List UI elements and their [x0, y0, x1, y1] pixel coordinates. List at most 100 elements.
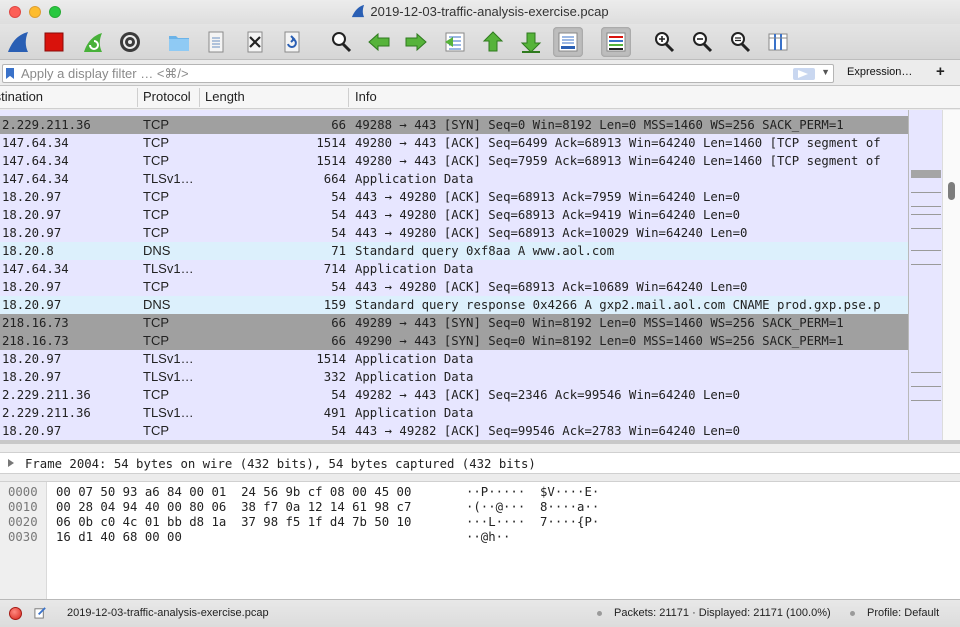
packet-length: 54 — [331, 424, 346, 438]
zoom-in-button[interactable] — [649, 27, 679, 57]
column-separator[interactable] — [348, 88, 349, 107]
restart-capture-button[interactable] — [78, 27, 108, 57]
packet-row[interactable]: 218.16.73 TCP 66 49289 → 443 [SYN] Seq=0 Wi… — [0, 314, 908, 332]
packet-protocol: TLSv1… — [143, 261, 194, 276]
packet-row[interactable]: 18.20.97 TCP 54 443 → 49280 [ACK] Seq=68913… — [0, 188, 908, 206]
packet-length: 66 — [331, 316, 346, 330]
packet-length: 159 — [323, 298, 346, 312]
reload-icon — [284, 31, 300, 53]
normal-size-button[interactable] — [725, 27, 755, 57]
save-file-button[interactable] — [201, 27, 231, 57]
arrow-down-icon — [520, 32, 542, 53]
packet-info: Application Data — [355, 262, 474, 276]
packet-length: 54 — [331, 388, 346, 402]
zoom-in-icon — [655, 32, 675, 53]
packet-row[interactable]: 2.229.211.36 TLSv1… 491 Application Data — [0, 404, 908, 422]
add-filter-button[interactable]: + — [936, 63, 945, 80]
minimize-window-button[interactable] — [29, 6, 41, 18]
colorize-icon — [606, 32, 626, 52]
chevron-down-icon[interactable]: ▼ — [821, 67, 830, 77]
main-toolbar — [0, 24, 960, 60]
display-filter-input[interactable]: Apply a display filter … <⌘/> ▼ — [2, 64, 834, 83]
packet-row[interactable]: 18.20.97 TCP 54 443 → 49282 [ACK] Seq=99546… — [0, 422, 908, 440]
zoom-window-button[interactable] — [49, 6, 61, 18]
bytes-offset: 0020 — [8, 515, 38, 529]
status-separator — [850, 611, 855, 616]
packet-minimap[interactable] — [908, 110, 942, 444]
column-info[interactable]: Info — [355, 89, 377, 104]
packet-row[interactable]: 18.20.8 DNS 71 Standard query 0xf8aa A www.… — [0, 242, 908, 260]
expand-triangle-icon[interactable] — [8, 459, 14, 467]
document-icon — [208, 31, 224, 53]
find-packet-button[interactable] — [326, 27, 356, 57]
packet-row[interactable]: 18.20.97 TLSv1… 1514 Application Data — [0, 350, 908, 368]
bytes-hex[interactable]: 06 0b c0 4c 01 bb d8 1a 37 98 f5 1f d4 7… — [56, 514, 411, 530]
packet-row[interactable]: 18.20.97 TCP 54 443 → 49280 [ACK] Seq=68913… — [0, 224, 908, 242]
packet-info: 49288 → 443 [SYN] Seq=0 Win=8192 Len=0 M… — [355, 118, 844, 132]
bytes-hex[interactable]: 00 28 04 94 40 00 80 06 38 f7 0a 12 14 6… — [56, 499, 411, 515]
frame-detail-item[interactable]: Frame 2004: 54 bytes on wire (432 bits),… — [25, 454, 536, 474]
open-file-button[interactable] — [164, 27, 194, 57]
go-to-packet-button[interactable] — [440, 27, 470, 57]
zoom-out-button[interactable] — [687, 27, 717, 57]
packet-list-scrollbar[interactable] — [942, 110, 960, 444]
packet-row[interactable]: 18.20.97 TLSv1… 332 Application Data — [0, 368, 908, 386]
close-window-button[interactable] — [9, 6, 21, 18]
go-first-button[interactable] — [478, 27, 508, 57]
bytes-ascii[interactable]: ··@h·· — [466, 529, 510, 545]
bytes-ascii[interactable]: ··P····· $V····E· — [466, 484, 599, 500]
arrow-left-icon — [368, 32, 390, 52]
auto-scroll-button[interactable] — [553, 27, 583, 57]
packet-destination: 18.20.97 — [2, 298, 62, 312]
pane-splitter[interactable] — [0, 474, 960, 481]
close-file-button[interactable] — [240, 27, 270, 57]
bytes-ascii[interactable]: ·(··@··· 8····a·· — [466, 499, 599, 515]
expert-info-icon[interactable] — [9, 607, 22, 620]
expression-button[interactable]: Expression… — [847, 66, 912, 78]
bytes-ascii[interactable]: ···L···· 7····{P· — [466, 514, 599, 530]
packet-list[interactable]: 2.229.211.36 TCP 66 49288 → 443 [SYN] Seq=0… — [0, 110, 908, 444]
edit-comment-icon[interactable] — [34, 606, 47, 619]
status-profile[interactable]: Profile: Default — [867, 600, 939, 626]
packet-info: 443 → 49280 [ACK] Seq=68913 Ack=10689 Wi… — [355, 280, 748, 294]
packet-row[interactable]: 2.229.211.36 TCP 66 49288 → 443 [SYN] Seq=0… — [0, 116, 908, 134]
packet-row[interactable]: 218.16.73 TCP 66 49290 → 443 [SYN] Seq=0 Wi… — [0, 332, 908, 350]
pane-splitter[interactable] — [0, 444, 960, 452]
packet-protocol: TCP — [143, 153, 169, 168]
bytes-hex[interactable]: 16 d1 40 68 00 00 — [56, 529, 182, 545]
packet-protocol: TCP — [143, 423, 169, 438]
scroll-thumb[interactable] — [948, 182, 955, 200]
bookmark-icon[interactable] — [6, 68, 14, 79]
packet-row[interactable]: 147.64.34 TLSv1… 714 Application Data — [0, 260, 908, 278]
column-separator[interactable] — [199, 88, 200, 107]
go-back-button[interactable] — [364, 27, 394, 57]
packet-row[interactable]: 18.20.97 TCP 54 443 → 49280 [ACK] Seq=68913… — [0, 278, 908, 296]
packet-length: 1514 — [316, 136, 346, 150]
go-last-button[interactable] — [516, 27, 546, 57]
packet-row[interactable]: 147.64.34 TCP 1514 49280 → 443 [ACK] Seq=79… — [0, 152, 908, 170]
bytes-hex[interactable]: 00 07 50 93 a6 84 00 01 24 56 9b cf 08 0… — [56, 484, 411, 500]
stop-capture-button[interactable] — [39, 27, 69, 57]
colorize-button[interactable] — [601, 27, 631, 57]
column-separator[interactable] — [137, 88, 138, 107]
packet-destination: 2.229.211.36 — [2, 388, 91, 402]
goto-packet-icon — [445, 32, 465, 52]
window-title: 2019-12-03-traffic-analysis-exercise.pca… — [370, 4, 609, 19]
arrow-up-icon — [482, 31, 504, 52]
packet-row[interactable]: 147.64.34 TLSv1… 664 Application Data — [0, 170, 908, 188]
packet-info: 443 → 49280 [ACK] Seq=68913 Ack=10029 Wi… — [355, 226, 748, 240]
reload-file-button[interactable] — [277, 27, 307, 57]
start-capture-button[interactable] — [3, 27, 33, 57]
resize-columns-button[interactable] — [763, 27, 793, 57]
column-destination[interactable]: Destination — [0, 89, 43, 104]
packet-row[interactable]: 18.20.97 TCP 54 443 → 49280 [ACK] Seq=68913… — [0, 206, 908, 224]
capture-options-button[interactable] — [115, 27, 145, 57]
apply-filter-icon[interactable] — [793, 68, 815, 80]
packet-row[interactable]: 2.229.211.36 TCP 54 49282 → 443 [ACK] Seq=2… — [0, 386, 908, 404]
packet-row[interactable]: 18.20.97 DNS 159 Standard query response 0x… — [0, 296, 908, 314]
column-length[interactable]: Length — [205, 89, 245, 104]
packet-row[interactable]: 147.64.34 TCP 1514 49280 → 443 [ACK] Seq=64… — [0, 134, 908, 152]
status-file-name: 2019-12-03-traffic-analysis-exercise.pca… — [67, 607, 269, 619]
go-forward-button[interactable] — [401, 27, 431, 57]
column-protocol[interactable]: Protocol — [143, 89, 191, 104]
